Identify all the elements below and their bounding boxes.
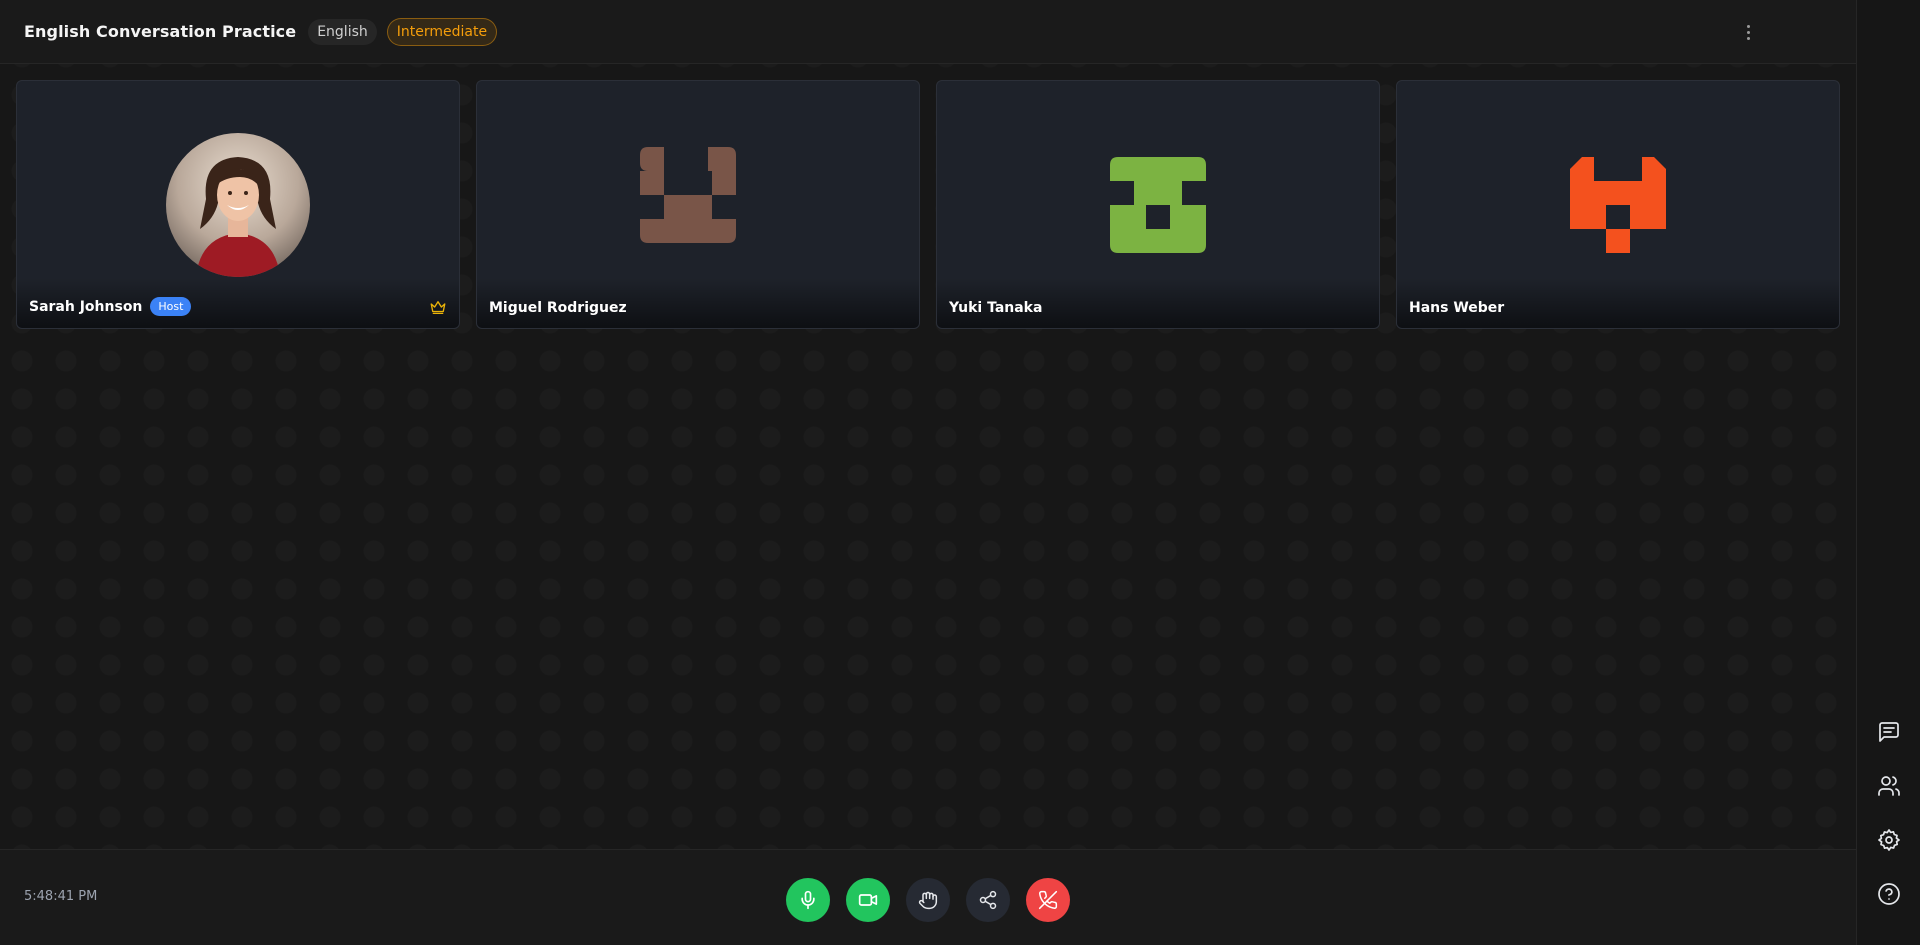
level-badge: Intermediate [386, 17, 498, 46]
microphone-button[interactable] [786, 878, 830, 922]
participant-name: Miguel Rodriguez [489, 300, 627, 316]
share-icon [979, 890, 997, 910]
crown-icon [430, 300, 446, 314]
settings-icon [1878, 829, 1900, 851]
more-dot [1746, 36, 1750, 40]
end-call-icon [1038, 890, 1058, 910]
host-badge: Host [150, 297, 192, 316]
call-controls [786, 878, 1070, 922]
more-options-button[interactable] [1736, 20, 1760, 44]
share-button[interactable] [966, 878, 1010, 922]
chat-icon [1879, 722, 1899, 742]
chat-button[interactable] [1877, 720, 1901, 744]
identicon-avatar [1570, 157, 1666, 253]
avatar [1086, 133, 1230, 277]
participant-grid: Sarah Johnson Host Miguel Rodriguez Yuki… [16, 80, 1840, 329]
participant-tile[interactable]: Yuki Tanaka [936, 80, 1380, 329]
current-time: 5:48:41 PM [24, 889, 98, 904]
tile-footer: Sarah Johnson Host [29, 297, 447, 316]
video-camera-icon [858, 894, 878, 906]
call-control-bar: 5:48:41 PM [0, 849, 1856, 945]
language-badge: English [308, 18, 377, 45]
participants-icon [1878, 776, 1900, 796]
avatar [166, 133, 310, 277]
participants-button[interactable] [1877, 774, 1901, 798]
end-call-button[interactable] [1026, 878, 1070, 922]
participant-name: Hans Weber [1409, 300, 1505, 316]
avatar [626, 133, 770, 277]
participant-tile[interactable]: Hans Weber [1396, 80, 1840, 329]
tile-footer: Miguel Rodriguez [489, 300, 907, 316]
participant-photo [166, 133, 310, 277]
portrait-image [166, 133, 310, 277]
identicon-avatar [640, 147, 736, 243]
participant-tile[interactable]: Miguel Rodriguez [476, 80, 920, 329]
identicon-avatar [1110, 157, 1206, 253]
microphone-icon [801, 890, 815, 910]
avatar [1546, 133, 1690, 277]
raise-hand-button[interactable] [906, 878, 950, 922]
tile-footer: Yuki Tanaka [949, 300, 1367, 316]
top-bar: English Conversation Practice English In… [0, 0, 1856, 64]
participant-name: Sarah Johnson [29, 298, 143, 315]
room-title: English Conversation Practice [24, 22, 297, 41]
participant-name: Yuki Tanaka [949, 300, 1043, 316]
side-rail [1856, 0, 1920, 945]
raise-hand-icon [918, 891, 938, 910]
camera-button[interactable] [846, 878, 890, 922]
participant-tile[interactable]: Sarah Johnson Host [16, 80, 460, 329]
meeting-stage: English Conversation Practice English In… [0, 0, 1856, 945]
help-button[interactable] [1877, 882, 1901, 906]
more-dot [1746, 30, 1750, 34]
more-dot [1746, 24, 1750, 28]
help-icon [1878, 883, 1900, 905]
settings-button[interactable] [1877, 828, 1901, 852]
tile-footer: Hans Weber [1409, 300, 1827, 316]
